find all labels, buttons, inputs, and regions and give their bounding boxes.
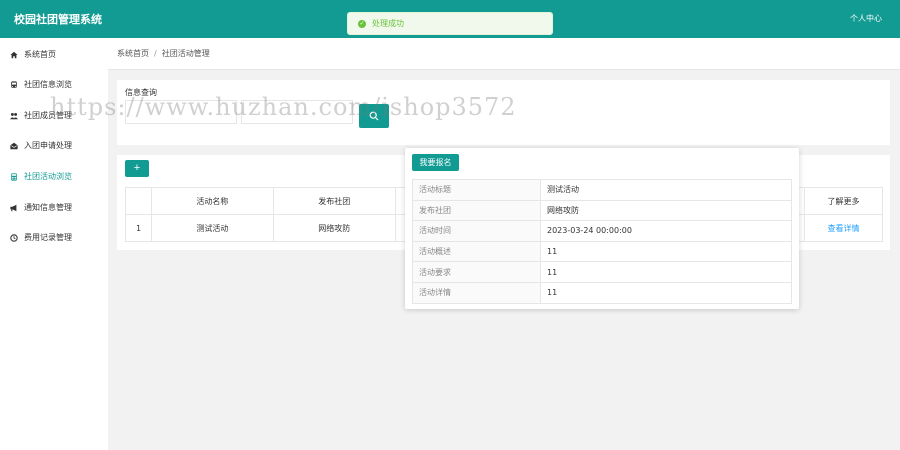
- detail-row: 活动概述 11: [412, 240, 792, 263]
- row-index: 1: [125, 214, 152, 242]
- detail-row: 活动要求 11: [412, 261, 792, 283]
- toast-message: 处理成功: [372, 19, 404, 28]
- table-header: [125, 187, 152, 215]
- table-header: 活动名称: [150, 187, 274, 215]
- sidebar-item-home[interactable]: 系统首页: [10, 49, 56, 60]
- detail-table: 活动标题 测试活动 发布社团 网络攻防 活动时间 2023-03-24 00:00:0…: [412, 179, 792, 304]
- row-activity-name: 测试活动: [150, 214, 274, 242]
- check-circle-icon: ✓: [358, 19, 366, 28]
- detail-key: 活动详情: [412, 281, 541, 304]
- view-details-link[interactable]: 查看详情: [804, 214, 883, 242]
- plus-icon: +: [133, 162, 141, 174]
- row-club: 网络攻防: [272, 214, 396, 242]
- detail-row: 活动详情 11: [412, 281, 792, 304]
- detail-value: 2023-03-24 00:00:00: [540, 220, 792, 242]
- sidebar-item-label: 系统首页: [24, 50, 56, 59]
- sidebar-item-label: 社团活动浏览: [24, 172, 72, 181]
- sidebar-item-expenses[interactable]: 费用记录管理: [10, 232, 72, 243]
- detail-value: 11: [540, 240, 792, 263]
- detail-value: 网络攻防: [540, 199, 792, 222]
- breadcrumb-current: 社团活动管理: [161, 49, 210, 58]
- watermark-text: https://www.huzhan.com/ishop3572: [50, 93, 517, 121]
- sidebar-item-label: 社团信息浏览: [24, 80, 72, 89]
- table-header: 了解更多: [804, 187, 883, 215]
- detail-value: 测试活动: [540, 179, 792, 201]
- activity-detail-popup: 我要报名 活动标题 测试活动 发布社团 网络攻防 活动时间 2023-03-24 00…: [405, 148, 799, 309]
- app-title: 校园社团管理系统: [14, 13, 102, 26]
- bullhorn-icon: [10, 204, 17, 211]
- detail-key: 活动时间: [412, 220, 541, 242]
- breadcrumb-separator: /: [154, 49, 157, 58]
- detail-key: 发布社团: [412, 199, 541, 222]
- sidebar-item-activities[interactable]: 社团活动浏览: [10, 171, 72, 182]
- detail-key: 活动概述: [412, 240, 541, 263]
- success-toast: ✓ 处理成功: [347, 12, 553, 35]
- breadcrumb-home[interactable]: 系统首页: [117, 48, 149, 59]
- clock-icon: [10, 233, 18, 242]
- sidebar-item-label: 入团申请处理: [24, 141, 72, 150]
- sidebar-item-club-info[interactable]: 社团信息浏览: [10, 79, 72, 90]
- sidebar-item-label: 费用记录管理: [24, 233, 72, 242]
- detail-row: 活动标题 测试活动: [412, 179, 792, 201]
- detail-key: 活动要求: [412, 261, 541, 283]
- detail-key: 活动标题: [412, 179, 541, 201]
- add-button[interactable]: +: [125, 160, 149, 177]
- detail-value: 11: [540, 261, 792, 283]
- sidebar-item-label: 通知信息管理: [24, 203, 72, 212]
- group-icon: [10, 112, 18, 119]
- calculator-icon: [11, 172, 17, 181]
- sidebar-item-notices[interactable]: 通知信息管理: [10, 202, 72, 213]
- detail-value: 11: [540, 281, 792, 304]
- bus-icon: [11, 80, 17, 88]
- breadcrumb: 系统首页 / 社团活动管理: [108, 38, 900, 70]
- detail-row: 活动时间 2023-03-24 00:00:00: [412, 220, 792, 242]
- detail-row: 发布社团 网络攻防: [412, 199, 792, 222]
- envelope-icon: [10, 142, 18, 149]
- table-header: 发布社团: [272, 187, 396, 215]
- signup-button[interactable]: 我要报名: [412, 154, 459, 171]
- home-icon: [10, 51, 18, 58]
- sidebar-item-applications[interactable]: 入团申请处理: [10, 140, 72, 151]
- user-center-link[interactable]: 个人中心: [850, 13, 882, 24]
